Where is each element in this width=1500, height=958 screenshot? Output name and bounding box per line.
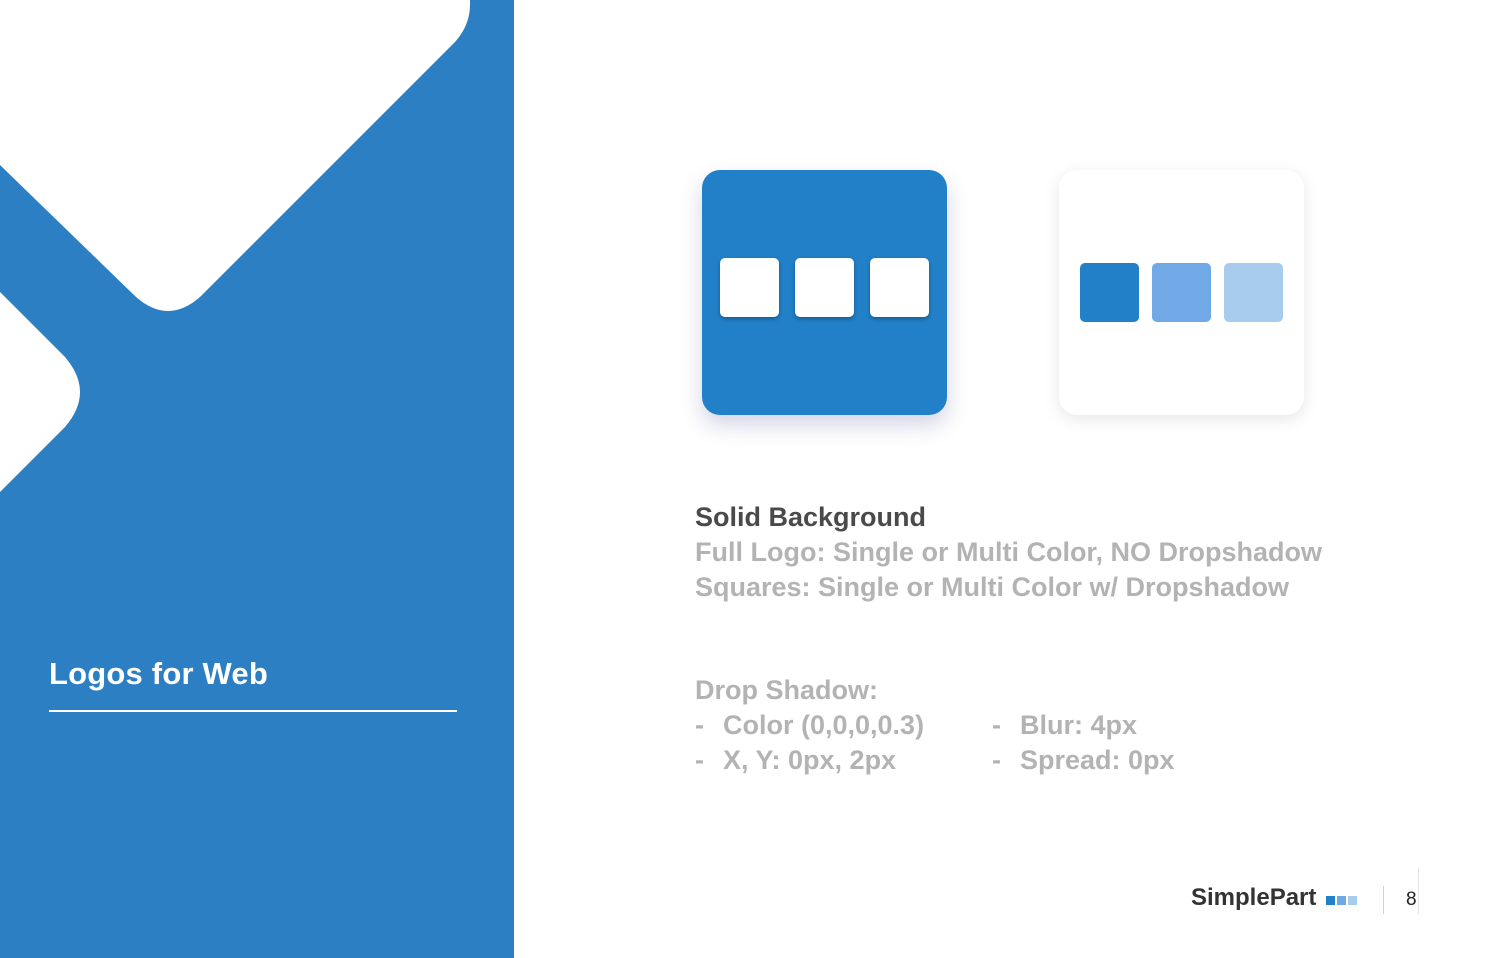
top-white-shape [0, 0, 470, 311]
spec-blur-text: Blur: 4px [1020, 710, 1138, 740]
spec-item-blur: - Blur: 4px [992, 708, 1289, 743]
logo-square-light [1224, 263, 1283, 322]
spec-xy-text: X, Y: 0px, 2px [723, 745, 897, 775]
description-line-full-logo: Full Logo: Single or Multi Color, NO Dro… [695, 537, 1322, 567]
spec-item-spread: - Spread: 0px [992, 743, 1289, 778]
footer-brand-name: SimplePart [1191, 884, 1317, 911]
logo-usage-description: Solid Background Full Logo: Single or Mu… [695, 500, 1322, 605]
spec-item-xy: - X, Y: 0px, 2px [695, 743, 992, 778]
drop-shadow-heading: Drop Shadow: [695, 675, 878, 705]
footer-divider [1383, 886, 1384, 914]
drop-shadow-col-right: - Blur: 4px - Spread: 0px [992, 708, 1289, 778]
page-edge-line [1418, 868, 1419, 914]
bullet-dash: - [992, 710, 1001, 740]
section-title-underline [49, 710, 457, 712]
bullet-dash: - [695, 745, 704, 775]
spec-color-text: Color (0,0,0,0.3) [723, 710, 925, 740]
drop-shadow-spec: Drop Shadow: - Color (0,0,0,0.3) - X, Y: 0… [695, 673, 1289, 778]
decorative-shapes [0, 0, 470, 492]
logo-square-3 [870, 258, 929, 317]
page-number: 8 [1406, 889, 1417, 910]
left-panel: Logos for Web [0, 0, 514, 958]
solid-background-logo-icon [702, 170, 947, 415]
multicolor-logo-icon [1059, 170, 1304, 415]
drop-shadow-col-left: - Color (0,0,0,0.3) - X, Y: 0px, 2px [695, 708, 992, 778]
brand-square-1 [1326, 896, 1335, 905]
logo-square-1 [720, 258, 779, 317]
brand-square-3 [1348, 896, 1357, 905]
section-title: Logos for Web [49, 656, 269, 691]
description-heading: Solid Background [695, 502, 927, 532]
description-line-squares: Squares: Single or Multi Color w/ Dropsh… [695, 572, 1290, 602]
left-white-shape [0, 292, 80, 492]
brand-square-2 [1337, 896, 1346, 905]
spec-item-color: - Color (0,0,0,0.3) [695, 708, 992, 743]
bullet-dash: - [992, 745, 1001, 775]
logo-square-primary [1080, 263, 1139, 322]
logo-square-mid [1152, 263, 1211, 322]
bullet-dash: - [695, 710, 704, 740]
spec-spread-text: Spread: 0px [1020, 745, 1175, 775]
logo-square-2 [795, 258, 854, 317]
